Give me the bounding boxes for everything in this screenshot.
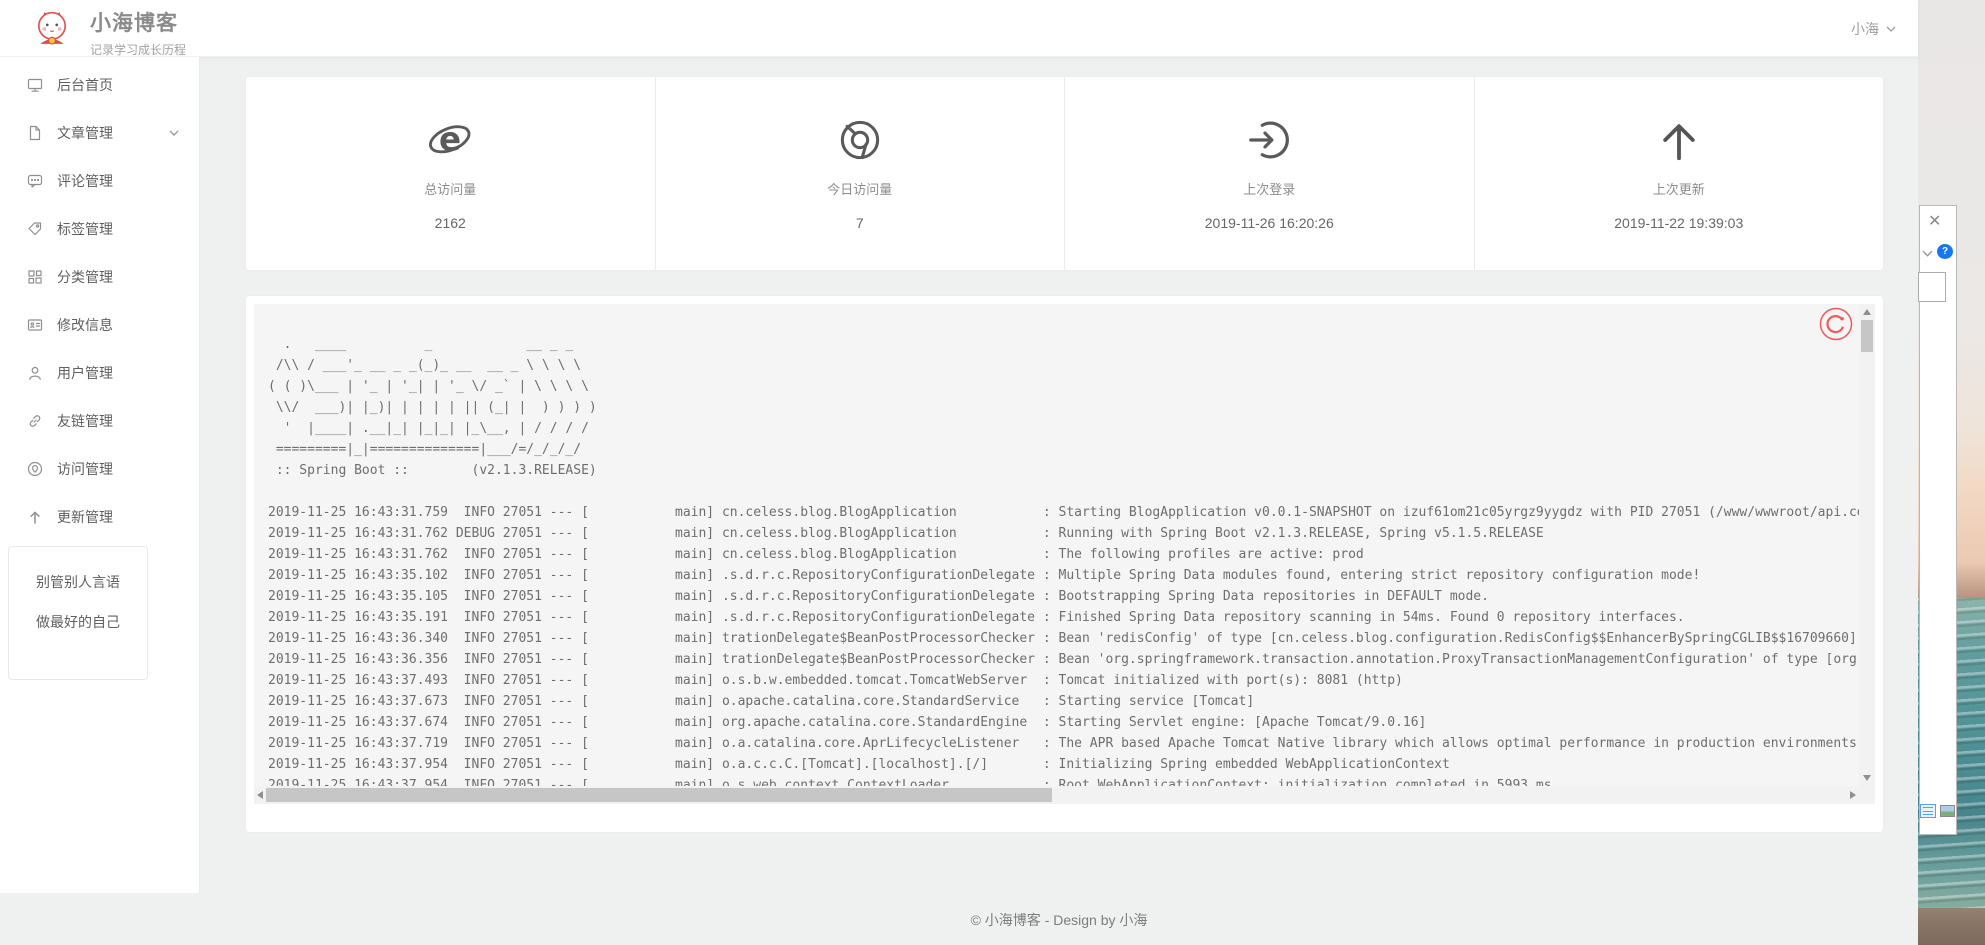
sidebar-item-comments[interactable]: 评论管理 — [0, 157, 199, 205]
sidebar-item-tags[interactable]: 标签管理 — [0, 205, 199, 253]
stat-value: 2019-11-22 19:39:03 — [1475, 215, 1884, 231]
site-titles: 小海博客 记录学习成长历程 — [90, 7, 186, 58]
footer-text: © 小海博客 - Design by 小海 — [200, 910, 1918, 930]
document-icon — [27, 125, 43, 141]
upload-icon — [27, 509, 43, 525]
image-view-button[interactable] — [1940, 805, 1955, 817]
site-subtitle: 记录学习成长历程 — [90, 41, 186, 58]
app-header: 小海博客 记录学习成长历程 小海 — [0, 0, 1918, 57]
chevron-down-icon — [169, 130, 179, 136]
site-logo-avatar — [33, 9, 71, 47]
ie-browser-icon: e — [246, 117, 655, 163]
sidebar-item-label: 文章管理 — [57, 123, 113, 143]
scroll-right-icon[interactable] — [1845, 786, 1859, 804]
popup-search-input[interactable] — [1918, 272, 1946, 302]
sidebar-item-label: 更新管理 — [57, 507, 113, 527]
list-view-button[interactable] — [1920, 804, 1936, 818]
user-menu[interactable]: 小海 — [1851, 0, 1896, 57]
tag-icon — [27, 221, 43, 237]
stat-value: 2019-11-26 16:20:26 — [1065, 215, 1474, 231]
scroll-up-icon[interactable] — [1859, 304, 1875, 320]
user-icon — [27, 365, 43, 381]
user-name: 小海 — [1851, 19, 1879, 39]
sidebar-item-label: 友链管理 — [57, 411, 113, 431]
motto-line-2: 做最好的自己 — [9, 612, 147, 632]
sidebar-item-links[interactable]: 友链管理 — [0, 397, 199, 445]
sidebar-item-articles[interactable]: 文章管理 — [0, 109, 199, 157]
grid-icon — [27, 269, 43, 285]
stat-card-2: 上次登录 2019-11-26 16:20:26 — [1064, 77, 1474, 270]
sidebar-item-visits[interactable]: 访问管理 — [0, 445, 199, 493]
log-console: . ____ _ __ _ _ /\\ / ___'_ __ _ _(_)_ _… — [254, 304, 1875, 804]
comment-icon — [27, 173, 43, 189]
sidebar-item-label: 访问管理 — [57, 459, 113, 479]
motto-line-1: 别管别人言语 — [9, 572, 147, 592]
login-icon — [1065, 117, 1474, 163]
motto-box: 别管别人言语 做最好的自己 — [8, 546, 148, 680]
sidebar-item-updates[interactable]: 更新管理 — [0, 493, 199, 541]
sidebar-menu: 后台首页文章管理评论管理标签管理分类管理修改信息用户管理友链管理访问管理更新管理 — [0, 57, 199, 541]
close-icon[interactable]: ✕ — [1928, 214, 1941, 230]
log-card: . ____ _ __ _ _ /\\ / ___'_ __ _ _(_)_ _… — [245, 295, 1884, 833]
help-icon[interactable]: ? — [1937, 244, 1953, 259]
site-title: 小海博客 — [90, 7, 186, 37]
refresh-icon — [1819, 307, 1853, 341]
stat-card-3: 上次更新 2019-11-22 19:39:03 — [1474, 77, 1884, 270]
stat-label: 今日访问量 — [656, 179, 1065, 198]
side-popup: ✕ ? — [1919, 205, 1957, 835]
refresh-button[interactable] — [1819, 307, 1853, 341]
update-arrow-icon — [1475, 117, 1884, 163]
stat-card-0: e 总访问量 2162 — [246, 77, 655, 270]
stat-label: 上次登录 — [1065, 179, 1474, 198]
chevron-down-icon — [1886, 26, 1896, 32]
horizontal-scrollbar[interactable] — [254, 786, 1859, 804]
horizontal-scrollbar-thumb[interactable] — [266, 788, 1052, 802]
idcard-icon — [27, 317, 43, 333]
sidebar-item-users[interactable]: 用户管理 — [0, 349, 199, 397]
screen: 小海博客 记录学习成长历程 小海 后台首页文章管理评论管理标签管理分类管理修改信… — [0, 0, 1985, 945]
sidebar-item-categories[interactable]: 分类管理 — [0, 253, 199, 301]
stat-card-1: 今日访问量 7 — [655, 77, 1065, 270]
stat-label: 上次更新 — [1475, 179, 1884, 198]
stats-card: e总访问量2162今日访问量7上次登录2019-11-26 16:20:26上次… — [245, 76, 1884, 271]
main-content: e总访问量2162今日访问量7上次登录2019-11-26 16:20:26上次… — [200, 57, 1918, 945]
scroll-down-icon[interactable] — [1859, 770, 1875, 786]
vertical-scrollbar-thumb[interactable] — [1861, 320, 1873, 352]
chevron-down-icon[interactable] — [1922, 250, 1933, 257]
sidebar-item-label: 分类管理 — [57, 267, 113, 287]
sidebar: 后台首页文章管理评论管理标签管理分类管理修改信息用户管理友链管理访问管理更新管理… — [0, 57, 200, 893]
chrome-browser-icon — [656, 117, 1065, 163]
log-output: . ____ _ __ _ _ /\\ / ___'_ __ _ _(_)_ _… — [268, 334, 1875, 796]
location-icon — [27, 461, 43, 477]
stat-value: 7 — [656, 215, 1065, 231]
link-icon — [27, 413, 43, 429]
sidebar-item-home[interactable]: 后台首页 — [0, 61, 199, 109]
vertical-scrollbar[interactable] — [1859, 304, 1875, 786]
wallpaper-sand — [1918, 908, 1985, 945]
sidebar-item-profile[interactable]: 修改信息 — [0, 301, 199, 349]
stat-value: 2162 — [246, 215, 655, 231]
scrollbar-corner — [1859, 786, 1875, 804]
sidebar-item-label: 评论管理 — [57, 171, 113, 191]
sidebar-item-label: 修改信息 — [57, 315, 113, 335]
sidebar-item-label: 后台首页 — [57, 75, 113, 95]
sidebar-item-label: 标签管理 — [57, 219, 113, 239]
sidebar-item-label: 用户管理 — [57, 363, 113, 383]
stat-label: 总访问量 — [246, 179, 655, 198]
browser-viewport: 小海博客 记录学习成长历程 小海 后台首页文章管理评论管理标签管理分类管理修改信… — [0, 0, 1918, 945]
monitor-icon — [27, 77, 43, 93]
